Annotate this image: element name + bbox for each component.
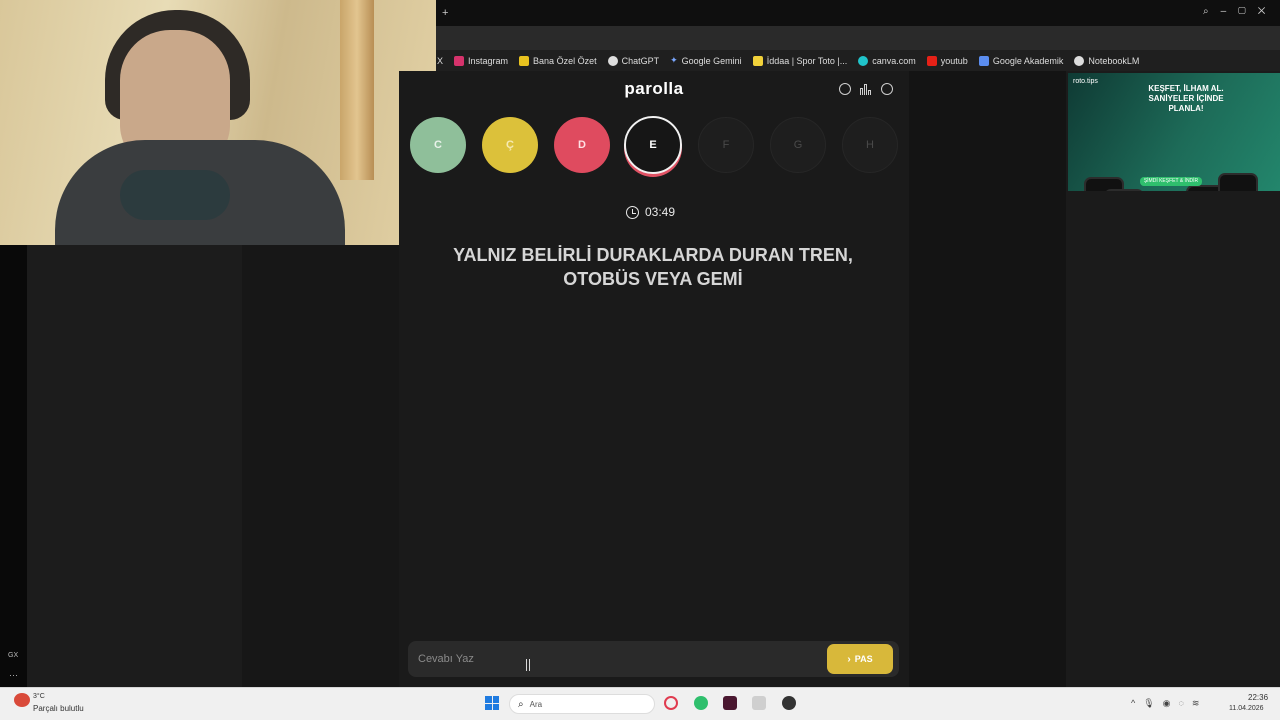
- gemini-icon: ✦: [670, 55, 678, 65]
- bookmark-google-gemini[interactable]: ✦ Google Gemini: [670, 55, 742, 66]
- taskbar-search-placeholder: Ara: [529, 699, 543, 709]
- bookmark-notebooklm[interactable]: NotebookLM: [1074, 55, 1139, 66]
- bookmark-chatgpt[interactable]: ChatGPT: [607, 55, 659, 66]
- stats-icon[interactable]: [860, 83, 872, 95]
- page-left-gutter: [242, 245, 399, 687]
- bookmark-youtube[interactable]: youtub: [926, 55, 968, 66]
- window-controls[interactable]: ⌕–▢✕: [1203, 6, 1277, 17]
- letter-bubble-d: D: [554, 117, 610, 173]
- browser-sidebar: [0, 245, 27, 687]
- weather-desc: Parçalı bulutlu: [33, 704, 84, 713]
- timer: 03:49: [626, 205, 675, 219]
- bookmark-canva[interactable]: canva.com: [858, 55, 916, 66]
- taskbar-time[interactable]: 22:36: [1248, 693, 1268, 702]
- youtube-icon: [926, 55, 937, 66]
- s-icon: [519, 55, 530, 66]
- letter-bubble-g: G: [770, 117, 826, 173]
- taskbar-date[interactable]: 11.04.2026: [1229, 705, 1264, 712]
- chatgpt-icon: [607, 55, 618, 66]
- info-icon[interactable]: [839, 83, 851, 95]
- search-icon: ⌕: [518, 698, 524, 710]
- new-tab-button[interactable]: +: [442, 7, 448, 19]
- headphones: [120, 170, 230, 220]
- whatsapp-icon[interactable]: [694, 696, 708, 710]
- bookmark-x[interactable]: X: [437, 56, 443, 66]
- notebooklm-icon: [1074, 55, 1085, 66]
- gx-label[interactable]: GX: [8, 652, 18, 659]
- answer-input[interactable]: [418, 648, 818, 670]
- sidebar-panel: [27, 245, 242, 687]
- weather-icon[interactable]: [14, 693, 30, 707]
- chevron-right-icon: ›: [847, 653, 851, 665]
- letter-bubble-h: H: [842, 117, 898, 173]
- user-icon[interactable]: [881, 83, 893, 95]
- pass-button[interactable]: › PAS: [827, 644, 893, 674]
- opera-gx-icon[interactable]: [664, 696, 678, 710]
- bookmark-google-akademik[interactable]: Google Akademik: [978, 55, 1063, 66]
- instagram-icon: [454, 55, 465, 66]
- webcam-overlay: [0, 0, 436, 245]
- scholar-icon: [978, 55, 989, 66]
- canva-icon: [858, 55, 869, 66]
- app-icon[interactable]: [723, 696, 737, 710]
- letter-bubble-c: C: [410, 117, 466, 173]
- taskbar-search[interactable]: ⌕ Ara: [509, 694, 655, 714]
- ad-cta-button[interactable]: ŞİMDİ KEŞFET & İNDİR: [1140, 177, 1202, 186]
- timer-value: 03:49: [645, 205, 676, 219]
- bookmark-instagram[interactable]: Instagram: [454, 55, 508, 66]
- more-icon[interactable]: ···: [9, 670, 18, 680]
- windows-start-icon[interactable]: [485, 696, 499, 710]
- letter-bubble-e-active: E: [624, 116, 682, 174]
- address-bar[interactable]: [436, 26, 1280, 50]
- bookmark-bana-ozel-ozet[interactable]: Bana Özel Özet: [519, 55, 597, 66]
- bookmark-iddaa[interactable]: İddaa | Spor Toto |...: [752, 55, 847, 66]
- notes-icon[interactable]: [752, 696, 766, 710]
- clock-icon: [626, 205, 639, 219]
- iddaa-icon: [752, 55, 763, 66]
- letter-bubble-cc: Ç: [482, 117, 538, 173]
- page-title[interactable]: parolla: [436, 79, 872, 99]
- weather-temp: 3°C: [33, 693, 45, 700]
- ad-headline: KEŞFET, İLHAM AL. SANİYELER İÇİNDE PLANL…: [1148, 84, 1224, 113]
- system-tray-icons[interactable]: ^🎙◉◌≋: [1131, 698, 1207, 709]
- letter-bubble-f: F: [698, 117, 754, 173]
- ad-brand: roto.tips: [1073, 78, 1098, 85]
- pass-button-label: PAS: [854, 654, 873, 664]
- game-icon[interactable]: [782, 696, 796, 710]
- text-cursor: [526, 659, 530, 671]
- question-text: YALNIZ BELİRLİ DURAKLARDA DURAN TREN, OT…: [453, 245, 853, 289]
